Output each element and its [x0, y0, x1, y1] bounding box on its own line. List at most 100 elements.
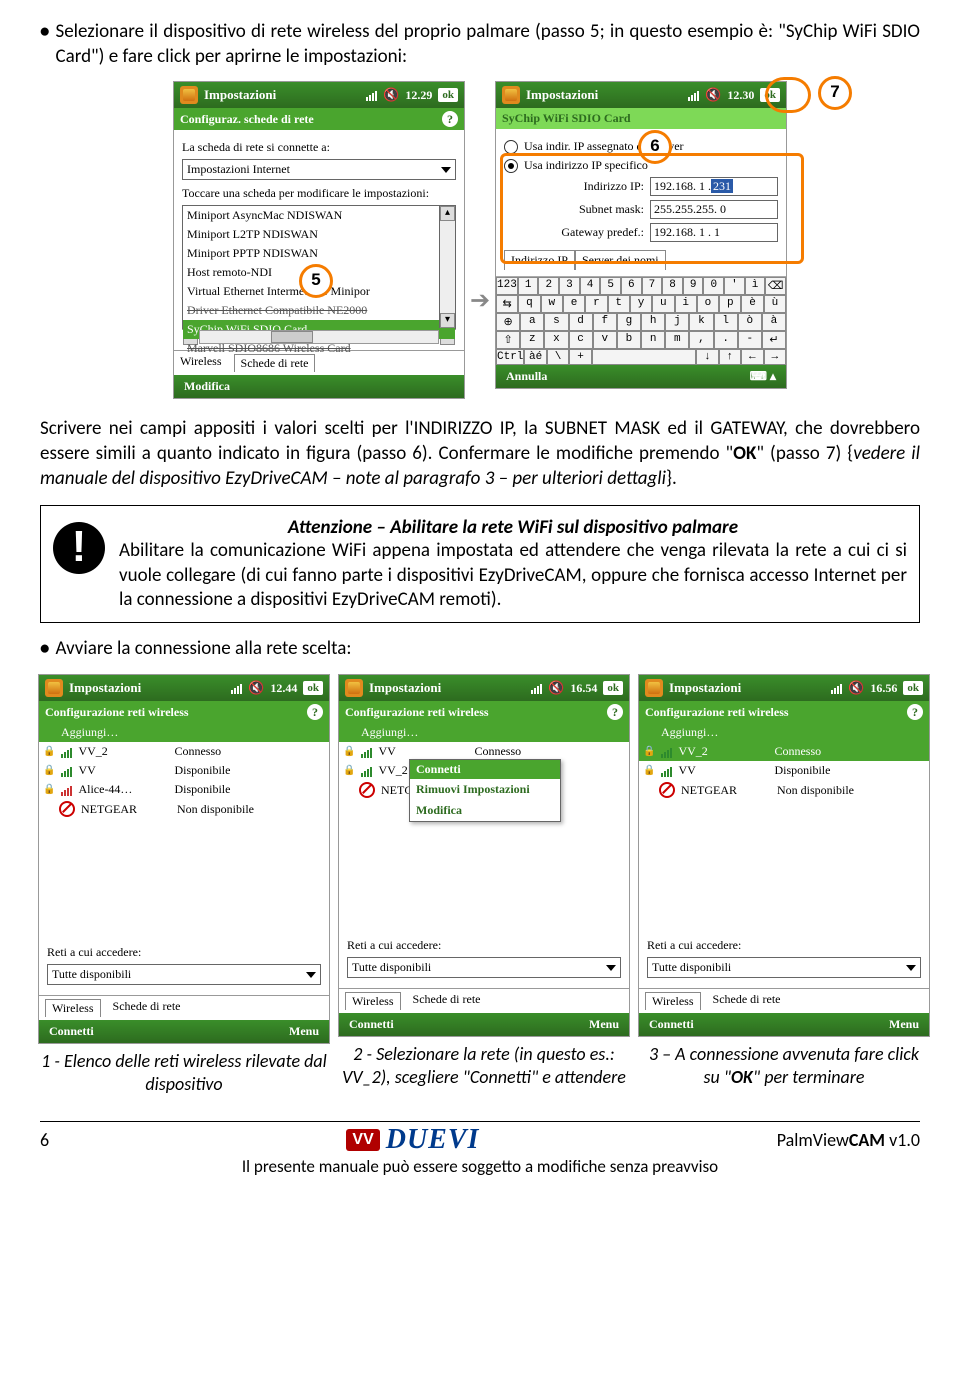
ip-field[interactable]: 192.168. 1 .231 [650, 177, 778, 196]
denied-icon [659, 782, 675, 798]
titlebar: Impostazioni 🔇 12.29 ok [174, 82, 464, 108]
wifi-signal-icon [61, 784, 72, 796]
footer: 6 VV DUEVI PalmViewCAM v1.0 [0, 1122, 960, 1156]
start-icon[interactable] [45, 679, 63, 697]
lock-icon: 🔒 [43, 746, 55, 757]
wifi-signal-icon [361, 746, 372, 758]
tab-wireless[interactable]: Wireless [345, 992, 401, 1010]
start-icon[interactable] [180, 86, 198, 104]
network-row[interactable]: NETGEARNon disponibile [39, 799, 329, 819]
access-select[interactable]: Tutte disponibili [647, 957, 921, 978]
label-access: Reti a cui accedere: [47, 945, 321, 960]
scroll-up-icon[interactable]: ▴ [440, 206, 455, 221]
start-icon[interactable] [345, 679, 363, 697]
menu-remove[interactable]: Rimuovi Impostazioni [410, 779, 560, 800]
menu-softkey[interactable]: Menu [289, 1024, 319, 1039]
keyboard-icon[interactable]: ⌨ ▴ [750, 369, 776, 384]
label-tap: Toccare una scheda per modificare le imp… [182, 186, 456, 201]
network-row[interactable]: 🔒VVDisponibile [639, 761, 929, 780]
menu-modify[interactable]: Modifica [410, 800, 560, 821]
signal-icon [688, 89, 699, 101]
body: La scheda di rete si connette a: Imposta… [174, 130, 464, 350]
help-icon[interactable]: ? [307, 704, 323, 720]
brand-text: DUEVI [386, 1124, 480, 1156]
lock-icon: 🔒 [43, 765, 55, 776]
mask-label: Subnet mask: [579, 202, 644, 217]
chevron-down-icon [441, 167, 451, 173]
network-row[interactable]: NETGEARNon disponibile [639, 780, 929, 800]
help-icon[interactable]: ? [907, 704, 923, 720]
network-row[interactable]: 🔒VV_2Connesso [639, 742, 929, 761]
speaker-icon: 🔇 [383, 87, 399, 103]
connect-softkey[interactable]: Connetti [649, 1017, 694, 1032]
wifi-signal-icon [361, 765, 372, 777]
access-select[interactable]: Tutte disponibili [347, 957, 621, 978]
network-type-select[interactable]: Impostazioni Internet [182, 159, 456, 180]
tab-schede[interactable]: Schede di rete [413, 992, 481, 1010]
bullet-1: • Selezionare il dispositivo di rete wir… [40, 20, 920, 69]
soft-keyboard[interactable]: 1231234567890'ì⌫ ⇆qwertyuiopèù ⊕asdfghjk… [496, 276, 786, 365]
tab-wireless[interactable]: Wireless [45, 999, 101, 1017]
tab-schede[interactable]: Schede di rete [113, 999, 181, 1017]
radio-static[interactable]: Usa indirizzo IP specifico [504, 158, 778, 173]
screenshot-ip-settings: Impostazioni 🔇 12.30 ok SyChip WiFi SDIO… [495, 81, 787, 389]
start-icon[interactable] [645, 679, 663, 697]
screenshot-wireless-connected: Impostazioni🔇16.56ok Configurazione reti… [638, 674, 930, 1037]
network-row[interactable]: 🔒Alice-44…Disponibile [39, 780, 329, 799]
lock-icon: 🔒 [643, 765, 655, 776]
ok-button[interactable]: ok [303, 681, 323, 695]
ok-button[interactable]: ok [438, 88, 458, 102]
h-scrollbar[interactable]: ◂▸ [182, 329, 456, 344]
connect-softkey[interactable]: Connetti [49, 1024, 94, 1039]
list-item[interactable]: Miniport AsyncMac NDISWAN [183, 206, 455, 225]
ok-button[interactable]: ok [903, 681, 923, 695]
attention-title: Attenzione – Abilitare la rete WiFi sul … [119, 516, 907, 539]
menu-softkey[interactable]: Menu [589, 1017, 619, 1032]
label-connect: La scheda di rete si connette a: [182, 140, 456, 155]
speaker-icon: 🔇 [248, 680, 264, 696]
tab-wireless[interactable]: Wireless [645, 992, 701, 1010]
product-version: PalmViewCAM v1.0 [777, 1129, 920, 1151]
start-icon[interactable] [502, 86, 520, 104]
add-new-row[interactable]: Aggiungi… [339, 723, 629, 742]
gateway-field[interactable]: 192.168. 1 . 1 [650, 223, 778, 242]
wifi-signal-icon [61, 765, 72, 777]
callout-7: 7 [818, 76, 852, 110]
radio-icon [504, 159, 518, 173]
menu-softkey[interactable]: Menu [889, 1017, 919, 1032]
list-item[interactable]: Driver Ethernet Compatibile NE2000 [183, 301, 455, 320]
network-row[interactable]: 🔒VVDisponibile [39, 761, 329, 780]
add-new-row[interactable]: Aggiungi… [39, 723, 329, 742]
scrollbar[interactable]: ▴▾ [439, 206, 455, 328]
mask-field[interactable]: 255.255.255. 0 [650, 200, 778, 219]
tab-dns[interactable]: Server dei nomi [575, 250, 666, 270]
cancel-softkey[interactable]: Annulla [506, 369, 547, 384]
logo: VV DUEVI [346, 1124, 479, 1156]
list-item[interactable]: Miniport L2TP NDISWAN [183, 225, 455, 244]
speaker-icon: 🔇 [548, 680, 564, 696]
scroll-down-icon[interactable]: ▾ [440, 313, 455, 328]
access-select[interactable]: Tutte disponibili [47, 964, 321, 985]
tab-schede[interactable]: Schede di rete [713, 992, 781, 1010]
denied-icon [59, 801, 75, 817]
menu-connect[interactable]: Connetti [410, 760, 560, 779]
help-icon[interactable]: ? [442, 111, 458, 127]
tab-ip[interactable]: Indirizzo IP [504, 250, 575, 270]
attention-box: ! Attenzione – Abilitare la rete WiFi su… [40, 505, 920, 623]
subheader: Configuraz. schede di rete ? [174, 108, 464, 130]
list-item[interactable]: Miniport PPTP NDISWAN [183, 244, 455, 263]
lock-icon: 🔒 [643, 746, 655, 757]
ok-button[interactable]: ok [603, 681, 623, 695]
ok-button[interactable]: ok [760, 88, 780, 102]
wifi-signal-icon [661, 746, 672, 758]
network-row[interactable]: 🔒VV_2Connesso [39, 742, 329, 761]
radio-icon [504, 140, 518, 154]
modify-softkey[interactable]: Modifica [184, 379, 230, 394]
gateway-label: Gateway predef.: [561, 225, 644, 240]
connect-softkey[interactable]: Connetti [349, 1017, 394, 1032]
adapter-listbox[interactable]: Miniport AsyncMac NDISWAN Miniport L2TP … [182, 205, 456, 329]
add-new-row[interactable]: Aggiungi… [639, 723, 929, 742]
help-icon[interactable]: ? [607, 704, 623, 720]
win-title: Impostazioni [204, 87, 276, 103]
signal-icon [231, 682, 242, 694]
